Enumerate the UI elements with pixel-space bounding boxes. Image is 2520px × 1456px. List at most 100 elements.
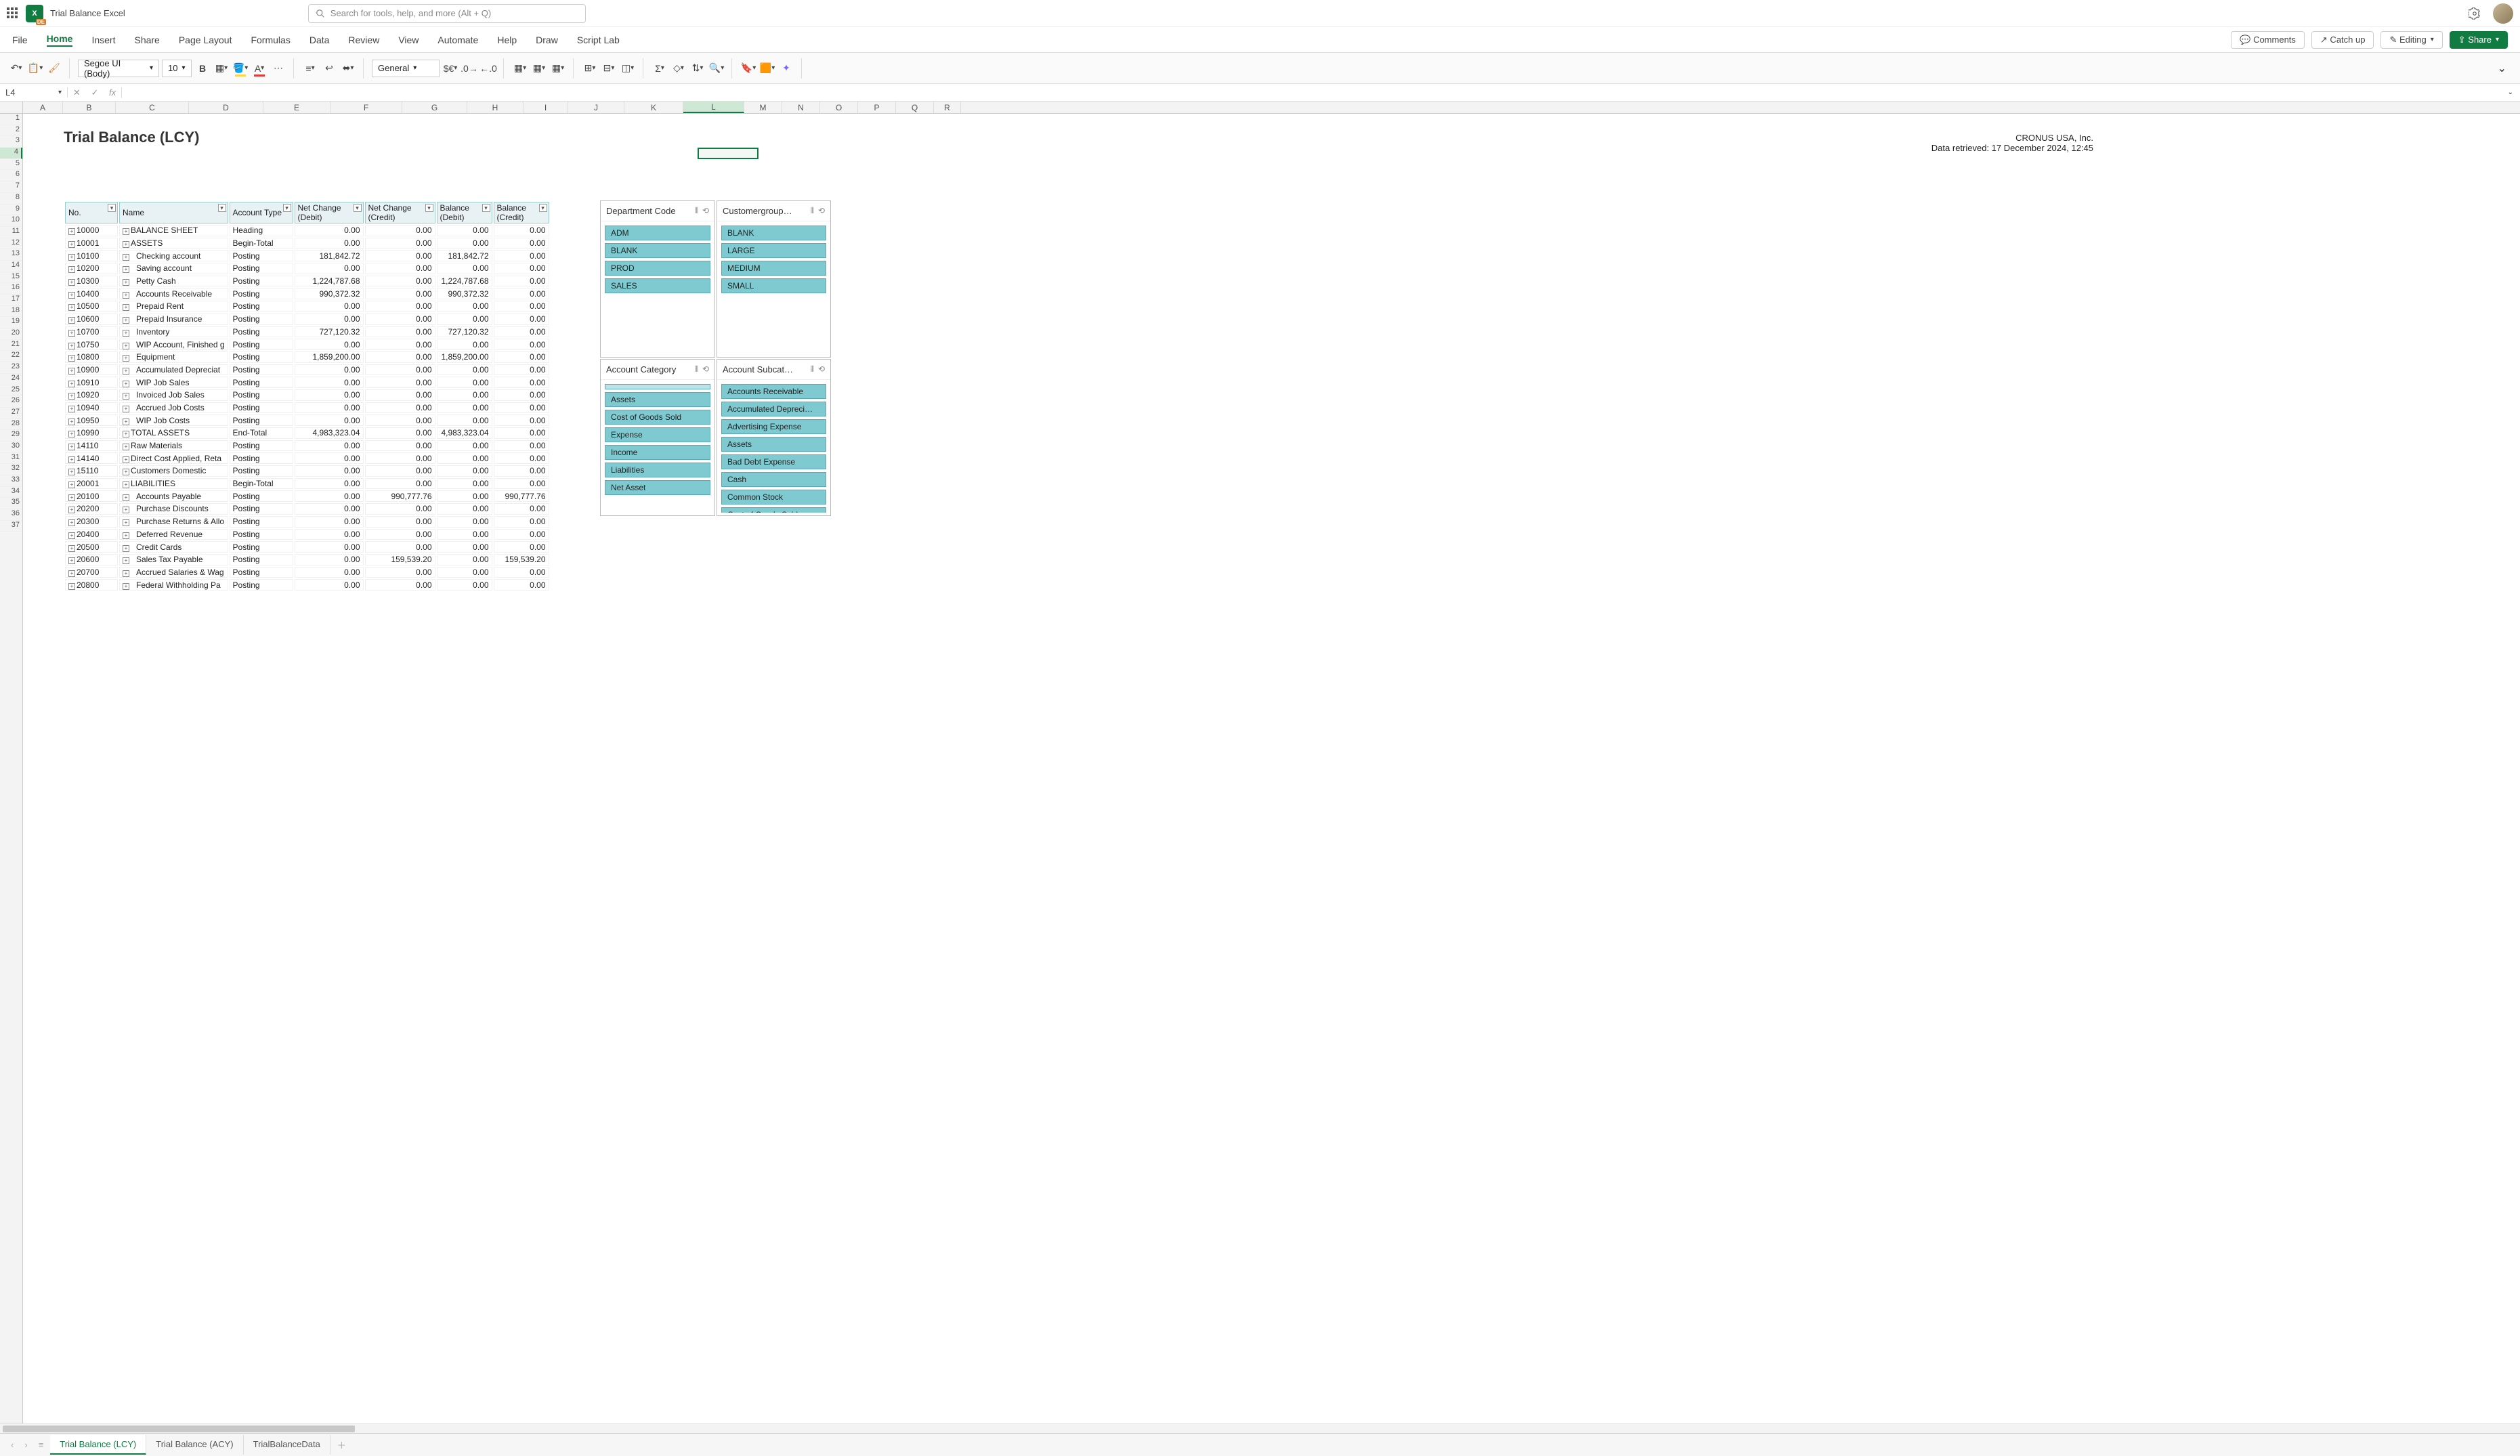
row-header-12[interactable]: 12 <box>0 238 22 250</box>
menu-tab-share[interactable]: Share <box>134 35 159 45</box>
all-sheets-button[interactable]: ≡ <box>35 1440 48 1450</box>
col-header-A[interactable]: A <box>23 102 63 113</box>
row-header-1[interactable]: 1 <box>0 114 22 125</box>
menu-tab-view[interactable]: View <box>398 35 419 45</box>
table-row[interactable]: +20600+Sales Tax PayablePosting0.00159,5… <box>65 554 549 565</box>
row-header-27[interactable]: 27 <box>0 408 22 419</box>
currency-format-button[interactable]: $€▾ <box>442 60 458 77</box>
sheet-nav-next[interactable]: › <box>20 1440 31 1450</box>
accept-formula-icon[interactable]: ✓ <box>91 87 98 98</box>
slicer-item[interactable]: Assets <box>721 437 826 452</box>
row-header-36[interactable]: 36 <box>0 509 22 521</box>
slicer-item[interactable]: PROD <box>605 261 710 276</box>
row-header-28[interactable]: 28 <box>0 419 22 431</box>
table-row[interactable]: +10300+Petty CashPosting1,224,787.680.00… <box>65 276 549 287</box>
slicer-item[interactable]: Cash <box>721 472 826 487</box>
row-header-23[interactable]: 23 <box>0 362 22 374</box>
slicer-item[interactable]: BLANK <box>721 226 826 240</box>
menu-tab-draw[interactable]: Draw <box>536 35 558 45</box>
autosum-button[interactable]: Σ▾ <box>652 60 668 77</box>
row-header-4[interactable]: 4 <box>0 148 22 159</box>
table-row[interactable]: +20100+Accounts PayablePosting0.00990,77… <box>65 490 549 502</box>
app-launcher-icon[interactable] <box>7 7 19 20</box>
col-header-P[interactable]: P <box>858 102 896 113</box>
undo-button[interactable]: ↶▾ <box>8 60 24 77</box>
table-row[interactable]: +15110+Customers DomesticPosting0.000.00… <box>65 465 549 477</box>
multi-select-icon[interactable]: ⫴ <box>695 364 698 374</box>
slicer-item[interactable]: Expense <box>605 427 710 442</box>
col-header-G[interactable]: G <box>402 102 467 113</box>
col-header-I[interactable]: I <box>524 102 568 113</box>
slicer-item[interactable]: Cost of Goods Sold <box>721 507 826 513</box>
menu-tab-automate[interactable]: Automate <box>437 35 478 45</box>
bold-button[interactable]: B <box>194 60 211 77</box>
font-family-select[interactable]: Segoe UI (Body)▾ <box>78 60 159 77</box>
cell-styles-button[interactable]: ▦▾ <box>550 60 566 77</box>
menu-tab-script-lab[interactable]: Script Lab <box>577 35 620 45</box>
slicer-item[interactable]: Income <box>605 445 710 460</box>
column-headers[interactable]: ABCDEFGHIJKLMNOPQR <box>23 102 2520 114</box>
row-header-31[interactable]: 31 <box>0 453 22 465</box>
row-header-14[interactable]: 14 <box>0 261 22 272</box>
more-font-button[interactable]: ⋯ <box>270 60 286 77</box>
document-title[interactable]: Trial Balance Excel <box>50 8 125 18</box>
slicer-item[interactable]: SMALL <box>721 278 826 293</box>
find-button[interactable]: 🔍▾ <box>708 60 725 77</box>
row-header-16[interactable]: 16 <box>0 283 22 295</box>
row-header-18[interactable]: 18 <box>0 306 22 318</box>
col-header-C[interactable]: C <box>116 102 189 113</box>
row-header-20[interactable]: 20 <box>0 328 22 340</box>
row-header-7[interactable]: 7 <box>0 181 22 193</box>
ribbon-overflow-button[interactable]: ⌄ <box>2492 56 2512 81</box>
table-row[interactable]: +10001+ASSETSBegin-Total0.000.000.000.00 <box>65 238 549 249</box>
col-header-O[interactable]: O <box>820 102 858 113</box>
table-row[interactable]: +10700+InventoryPosting727,120.320.00727… <box>65 326 549 338</box>
table-row[interactable]: +10920+Invoiced Job SalesPosting0.000.00… <box>65 389 549 401</box>
col-header-B[interactable]: B <box>63 102 116 113</box>
col-header-F[interactable]: F <box>330 102 402 113</box>
slicer-item[interactable]: Accounts Receivable <box>721 384 826 399</box>
row-header-32[interactable]: 32 <box>0 464 22 475</box>
table-row[interactable]: +10900+Accumulated DepreciatPosting0.000… <box>65 364 549 376</box>
slicer-item[interactable]: Assets <box>605 392 710 407</box>
menu-tab-review[interactable]: Review <box>348 35 379 45</box>
clear-filter-icon[interactable]: ⟲ <box>818 206 825 216</box>
slicer-item[interactable]: MEDIUM <box>721 261 826 276</box>
table-row[interactable]: +14110+Raw MaterialsPosting0.000.000.000… <box>65 440 549 452</box>
row-header-30[interactable]: 30 <box>0 442 22 453</box>
row-header-13[interactable]: 13 <box>0 249 22 261</box>
insert-cells-button[interactable]: ⊞▾ <box>582 60 598 77</box>
row-header-37[interactable]: 37 <box>0 521 22 532</box>
fx-icon[interactable]: fx <box>109 87 116 98</box>
table-row[interactable]: +10910+WIP Job SalesPosting0.000.000.000… <box>65 377 549 388</box>
row-header-21[interactable]: 21 <box>0 340 22 351</box>
name-box[interactable]: L4▾ <box>0 87 68 98</box>
col-header-D[interactable]: D <box>189 102 263 113</box>
slicer-item[interactable]: Liabilities <box>605 463 710 477</box>
table-row[interactable]: +14140+Direct Cost Applied, RetaPosting0… <box>65 452 549 464</box>
format-table-button[interactable]: ▦▾ <box>531 60 547 77</box>
slicer-item[interactable]: BLANK <box>605 243 710 258</box>
table-row[interactable]: +10400+Accounts ReceivablePosting990,372… <box>65 288 549 299</box>
table-row[interactable]: +10950+WIP Job CostsPosting0.000.000.000… <box>65 414 549 426</box>
col-header-L[interactable]: L <box>683 102 744 113</box>
borders-button[interactable]: ▦▾ <box>213 60 230 77</box>
format-painter-button[interactable]: 🖌 <box>46 60 62 77</box>
table-row[interactable]: +20400+Deferred RevenuePosting0.000.000.… <box>65 529 549 540</box>
formula-expand-icon[interactable]: ⌄ <box>2501 89 2520 96</box>
decrease-decimal-button[interactable]: ←.0 <box>480 60 496 77</box>
menu-tab-page-layout[interactable]: Page Layout <box>179 35 232 45</box>
slicer-item[interactable] <box>605 384 710 389</box>
copilot-button[interactable]: ✦ <box>778 60 794 77</box>
row-header-11[interactable]: 11 <box>0 227 22 238</box>
row-header-2[interactable]: 2 <box>0 125 22 137</box>
table-row[interactable]: +20001+LIABILITIESBegin-Total0.000.000.0… <box>65 478 549 490</box>
row-header-33[interactable]: 33 <box>0 475 22 487</box>
row-header-3[interactable]: 3 <box>0 136 22 148</box>
row-header-26[interactable]: 26 <box>0 396 22 408</box>
conditional-format-button[interactable]: ▦▾ <box>512 60 528 77</box>
clear-filter-icon[interactable]: ⟲ <box>818 364 825 374</box>
col-header-N[interactable]: N <box>782 102 820 113</box>
table-row[interactable]: +20700+Accrued Salaries & WagPosting0.00… <box>65 567 549 578</box>
col-header-M[interactable]: M <box>744 102 782 113</box>
